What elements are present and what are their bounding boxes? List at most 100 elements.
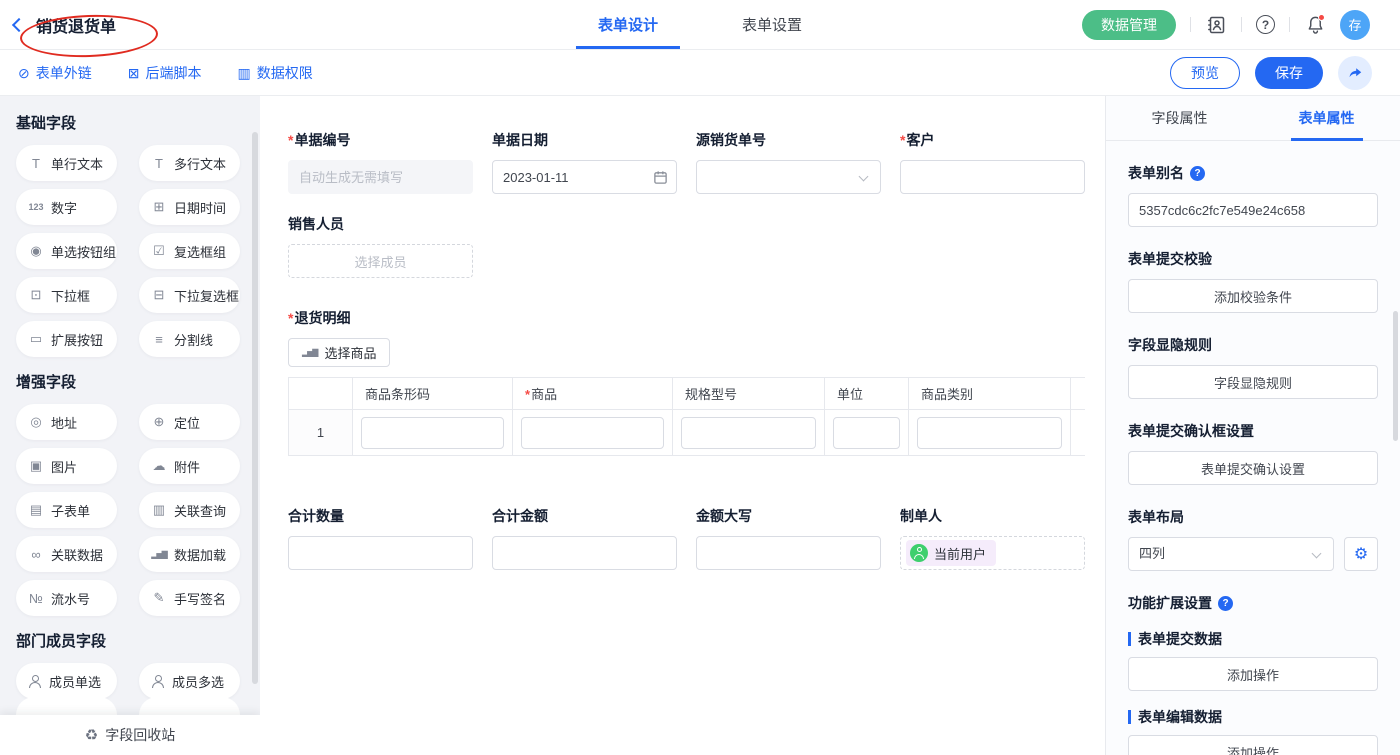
submit-confirm-button[interactable]: 表单提交确认设置 — [1128, 451, 1378, 485]
alias-help-icon[interactable] — [1190, 166, 1205, 181]
current-user-tag: 当前用户 — [906, 540, 996, 566]
extension-settings-label: 功能扩展设置 — [1128, 593, 1378, 613]
visibility-rules-label: 字段显隐规则 — [1128, 335, 1378, 355]
field-button-location[interactable]: ⊕定位 — [139, 404, 240, 440]
field-button-multi-select[interactable]: ⊟下拉复选框 — [139, 277, 240, 313]
data-manage-button[interactable]: 数据管理 — [1082, 10, 1176, 40]
field-button-number[interactable]: 123数字 — [16, 189, 117, 225]
field-label: 复选框组 — [174, 242, 226, 261]
field-button-signature[interactable]: ✎手写签名 — [139, 580, 240, 616]
panel-tabs: 字段属性 表单属性 — [1106, 96, 1400, 141]
total-qty-field[interactable]: 合计数量 — [288, 506, 473, 570]
member-multi-icon — [151, 675, 165, 688]
amount-words-input[interactable] — [696, 536, 881, 570]
notification-bell-icon[interactable] — [1304, 14, 1326, 36]
total-qty-input[interactable] — [288, 536, 473, 570]
field-button-serial-number[interactable]: №流水号 — [16, 580, 117, 616]
field-button-linked-query[interactable]: ▥关联查询 — [139, 492, 240, 528]
linked-data-icon: ∞ — [28, 547, 44, 562]
field-button-address[interactable]: ◎地址 — [16, 404, 117, 440]
select-member-box[interactable]: 选择成员 — [288, 244, 473, 278]
field-button-multi-line-text[interactable]: T多行文本 — [139, 145, 240, 181]
bill-date-input[interactable] — [492, 160, 677, 194]
tab-form-design[interactable]: 表单设计 — [594, 0, 662, 49]
category-input[interactable] — [917, 417, 1062, 449]
select-icon: ⊡ — [28, 287, 44, 303]
customer-field[interactable]: *客户 — [900, 130, 1085, 194]
field-label: 扩展按钮 — [51, 330, 103, 349]
help-icon[interactable] — [1256, 15, 1275, 34]
field-button-data-load[interactable]: ▂▅▇数据加载 — [139, 536, 240, 572]
enhanced-fields-grid: ◎地址 ⊕定位 ▣图片 ☁附件 ▤子表单 ▥关联查询 ∞关联数据 ▂▅▇数据加载… — [16, 404, 260, 616]
field-button-member-multi[interactable]: 成员多选 — [139, 663, 240, 699]
extension-help-icon[interactable] — [1218, 596, 1233, 611]
data-permission-link[interactable]: ▥ 数据权限 — [237, 63, 312, 83]
bill-date-field[interactable]: 单据日期 — [492, 130, 677, 194]
total-amount-field[interactable]: 合计金额 — [492, 506, 677, 570]
tab-field-properties[interactable]: 字段属性 — [1106, 96, 1253, 140]
field-button-single-line-text[interactable]: T单行文本 — [16, 145, 117, 181]
field-button-attachment[interactable]: ☁附件 — [139, 448, 240, 484]
field-button-radio-group[interactable]: ◉单选按钮组 — [16, 233, 117, 269]
form-external-link[interactable]: ⊘ 表单外链 — [18, 63, 92, 83]
field-button-select[interactable]: ⊡ 下拉框 — [16, 277, 117, 313]
field-button-subform[interactable]: ▤子表单 — [16, 492, 117, 528]
add-check-condition-button[interactable]: 添加校验条件 — [1128, 279, 1378, 313]
multi-select-icon: ⊟ — [151, 287, 167, 303]
return-detail-field[interactable]: *退货明细 ▂▅▇ 选择商品 商品条形码 *商品 规格型号 单位 — [288, 308, 1090, 456]
product-header: *商品 — [513, 378, 673, 410]
creator-box[interactable]: 当前用户 — [900, 536, 1085, 570]
save-button[interactable]: 保存 — [1255, 57, 1323, 89]
field-button-divider-line[interactable]: ≡分割线 — [139, 321, 240, 357]
creator-field[interactable]: 制单人 当前用户 — [900, 506, 1085, 570]
bill-no-input[interactable] — [288, 160, 473, 194]
unit-input[interactable] — [833, 417, 900, 449]
field-button-image[interactable]: ▣图片 — [16, 448, 117, 484]
gear-icon: ⚙ — [1354, 544, 1368, 564]
salesperson-field[interactable]: 销售人员 选择成员 — [288, 214, 1090, 278]
layout-settings-button[interactable]: ⚙ — [1344, 537, 1378, 571]
form-design-canvas: *单据编号 单据日期 源销货单号 *客户 — [260, 96, 1105, 755]
source-order-field[interactable]: 源销货单号 — [696, 130, 881, 194]
share-button[interactable] — [1338, 56, 1372, 90]
field-button-extend-button[interactable]: ▭扩展按钮 — [16, 321, 117, 357]
submit-data-add-button[interactable]: 添加操作 — [1128, 657, 1378, 691]
field-button-checkbox-group[interactable]: ☑复选框组 — [139, 233, 240, 269]
form-layout-row: 四列 ⚙ — [1128, 537, 1378, 571]
contacts-book-icon[interactable] — [1205, 14, 1227, 36]
field-label: 下拉框 — [51, 286, 90, 305]
visibility-rules-button[interactable]: 字段显隐规则 — [1128, 365, 1378, 399]
preview-button[interactable]: 预览 — [1170, 57, 1240, 89]
product-input[interactable] — [521, 417, 664, 449]
source-order-select[interactable] — [696, 160, 881, 194]
field-recycle-bin[interactable]: ♻ 字段回收站 — [0, 715, 260, 755]
form-alias-input[interactable] — [1128, 193, 1378, 227]
customer-input[interactable] — [900, 160, 1085, 194]
total-amount-input[interactable] — [492, 536, 677, 570]
blue-bar — [1128, 710, 1131, 724]
back-icon[interactable] — [12, 17, 26, 31]
spec-input[interactable] — [681, 417, 816, 449]
image-icon: ▣ — [28, 458, 44, 474]
form-alias-label: 表单别名 — [1128, 163, 1378, 183]
amount-words-field[interactable]: 金额大写 — [696, 506, 881, 570]
form-row-1: *单据编号 单据日期 源销货单号 *客户 — [288, 130, 1090, 194]
field-button-datetime[interactable]: ⊞日期时间 — [139, 189, 240, 225]
bill-no-field[interactable]: *单据编号 — [288, 130, 473, 194]
tab-form-properties[interactable]: 表单属性 — [1253, 96, 1400, 140]
edit-data-add-button[interactable]: 添加操作 — [1128, 735, 1378, 755]
backend-script-link[interactable]: ⊠ 后端脚本 — [128, 63, 202, 83]
layout-select[interactable]: 四列 — [1128, 537, 1334, 571]
field-button-member-single[interactable]: 成员单选 — [16, 663, 117, 699]
panel-scrollbar[interactable] — [1393, 311, 1398, 441]
header-right: 数据管理 存 — [1082, 10, 1400, 40]
select-product-button[interactable]: ▂▅▇ 选择商品 — [288, 338, 390, 367]
tab-form-settings[interactable]: 表单设置 — [738, 0, 806, 49]
sidebar-scrollbar[interactable] — [252, 132, 258, 684]
unit-cell — [825, 410, 909, 456]
chevron-down-icon — [1312, 549, 1322, 559]
user-avatar[interactable]: 存 — [1340, 10, 1370, 40]
field-button-linked-data[interactable]: ∞关联数据 — [16, 536, 117, 572]
attachment-icon: ☁ — [151, 458, 167, 474]
barcode-input[interactable] — [361, 417, 504, 449]
